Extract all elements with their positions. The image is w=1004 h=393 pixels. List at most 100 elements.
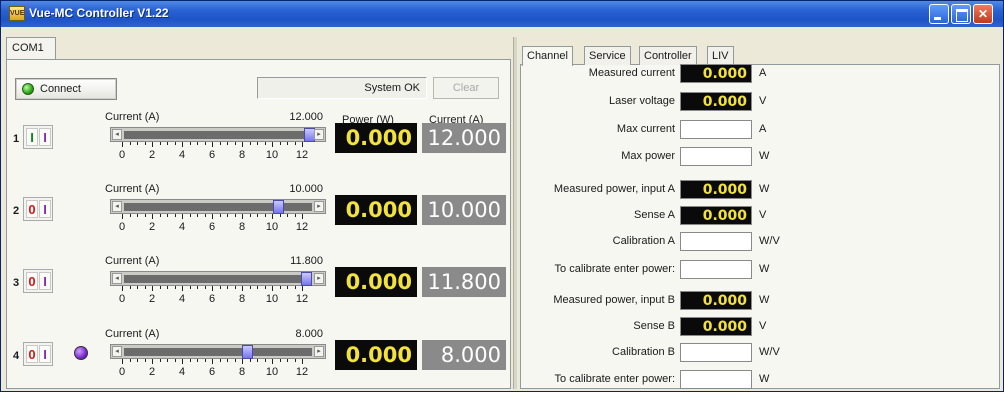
channel-number: 3 xyxy=(13,277,20,289)
slider-thumb[interactable] xyxy=(300,272,312,286)
slider-tick xyxy=(294,142,296,145)
channel-toggle[interactable]: II xyxy=(23,125,53,149)
tab-service[interactable]: Service xyxy=(584,46,631,65)
title-bar[interactable]: VUE Vue-MC Controller V1.22 ✕ xyxy=(1,1,1003,27)
slider-tick xyxy=(137,214,138,217)
slider-tick xyxy=(294,214,296,217)
slider-left-arrow-icon[interactable]: ◂ xyxy=(112,273,122,284)
connect-button[interactable]: Connect xyxy=(15,78,117,100)
output-enable-indicator: I xyxy=(39,200,51,218)
slider-tick xyxy=(122,286,123,291)
slider-tick-label: 4 xyxy=(178,366,186,378)
maximize-button[interactable] xyxy=(951,4,971,24)
readout-display: 0.000 xyxy=(680,180,752,199)
slider-tick xyxy=(227,214,228,217)
slider-tick xyxy=(264,214,266,217)
slider-tick xyxy=(144,214,146,217)
current-setpoint: 10.000 xyxy=(289,183,323,195)
slider-track[interactable] xyxy=(124,348,312,356)
slider-thumb[interactable] xyxy=(242,345,253,359)
slider-tick xyxy=(122,214,123,219)
slider-tick-label: 6 xyxy=(208,221,216,233)
slider-tick-label: 6 xyxy=(208,366,216,378)
slider-tick xyxy=(182,359,183,364)
channel-number: 4 xyxy=(13,350,20,362)
slider-left-arrow-icon[interactable]: ◂ xyxy=(112,201,122,212)
connection-led-icon xyxy=(22,83,34,95)
current-slider[interactable]: ◂ ▸ xyxy=(110,344,326,359)
clear-button[interactable]: Clear xyxy=(433,77,499,99)
slider-tick xyxy=(242,359,243,364)
readout-display: 0.000 xyxy=(680,206,752,225)
field-row: Calibration B W/V xyxy=(520,343,1000,363)
slider-right-arrow-icon[interactable]: ▸ xyxy=(314,129,324,140)
slider-right-arrow-icon[interactable]: ▸ xyxy=(314,201,324,212)
slider-tick-label: 12 xyxy=(295,366,309,378)
slider-tick xyxy=(159,214,161,217)
slider-tick xyxy=(234,359,236,362)
slider-track[interactable] xyxy=(124,131,312,139)
slider-tick xyxy=(212,286,213,291)
slider-tick xyxy=(182,214,183,219)
field-unit: V xyxy=(759,95,767,107)
slider-track[interactable] xyxy=(124,275,312,283)
current-slider[interactable]: ◂ ▸ xyxy=(110,199,326,214)
slider-thumb[interactable] xyxy=(272,200,284,214)
channel-row: 3 0 I Current (A) 11.800 ◂ ▸ 0 2 4 6 8 10 12 0.000 11.8… xyxy=(6,245,511,320)
channel-toggle[interactable]: 0I xyxy=(23,342,53,366)
slider-tick xyxy=(279,214,281,217)
slider-tick xyxy=(272,286,273,291)
slider-tick-label: 8 xyxy=(238,149,246,161)
channel-toggle[interactable]: 0I xyxy=(23,269,53,293)
field-unit: W xyxy=(759,150,770,162)
channel-toggle[interactable]: 0I xyxy=(23,197,53,221)
input-field[interactable] xyxy=(680,147,752,166)
slider-tick-label: 0 xyxy=(118,221,126,233)
slider-tick-label: 6 xyxy=(208,149,216,161)
field-unit: W xyxy=(759,263,770,275)
window-title: Vue-MC Controller V1.22 xyxy=(29,6,169,20)
slider-tick xyxy=(204,142,206,145)
slider-tick xyxy=(264,286,266,289)
tab-controller[interactable]: Controller xyxy=(639,46,697,65)
current-setpoint: 11.800 xyxy=(290,255,323,267)
slider-tick xyxy=(294,286,296,289)
slider-right-arrow-icon[interactable]: ▸ xyxy=(314,346,324,357)
readout-display: 0.000 xyxy=(680,64,752,83)
tab-channel[interactable]: Channel xyxy=(522,46,573,66)
power-display: 0.000 xyxy=(335,267,417,297)
input-field[interactable] xyxy=(680,232,752,251)
slider-right-arrow-icon[interactable]: ▸ xyxy=(314,273,324,284)
slider-left-arrow-icon[interactable]: ◂ xyxy=(112,346,122,357)
slider-tick xyxy=(249,142,251,145)
slider-tick-labels: 0 2 4 6 8 10 12 xyxy=(119,366,312,378)
input-field[interactable] xyxy=(680,120,752,139)
current-slider[interactable]: ◂ ▸ xyxy=(110,271,326,286)
close-button[interactable]: ✕ xyxy=(973,4,993,24)
tab-com1[interactable]: COM1 xyxy=(6,37,56,59)
slider-tick xyxy=(144,286,146,289)
slider-left-arrow-icon[interactable]: ◂ xyxy=(112,129,122,140)
current-setpoint: 12.000 xyxy=(289,111,323,123)
field-label: Calibration B xyxy=(612,346,675,358)
slider-tick xyxy=(167,214,168,217)
minimize-button[interactable] xyxy=(929,4,949,24)
input-field[interactable] xyxy=(680,343,752,362)
input-field[interactable] xyxy=(680,370,752,389)
slider-tick xyxy=(152,142,153,147)
slider-tick xyxy=(167,359,168,362)
tab-liv[interactable]: LIV xyxy=(707,46,734,65)
panel-splitter[interactable] xyxy=(513,37,517,389)
slider-tick xyxy=(249,359,251,362)
slider-tick-label: 12 xyxy=(295,149,309,161)
input-field[interactable] xyxy=(680,260,752,279)
slider-tick xyxy=(189,142,191,145)
current-display: 11.800 xyxy=(422,267,506,297)
field-label: Sense A xyxy=(634,209,675,221)
slider-tick xyxy=(249,214,251,217)
slider-tick-labels: 0 2 4 6 8 10 12 xyxy=(119,293,312,305)
slider-tick xyxy=(302,359,303,364)
current-slider[interactable]: ◂ ▸ xyxy=(110,127,326,142)
slider-tick xyxy=(204,214,206,217)
slider-tick-label: 8 xyxy=(238,221,246,233)
